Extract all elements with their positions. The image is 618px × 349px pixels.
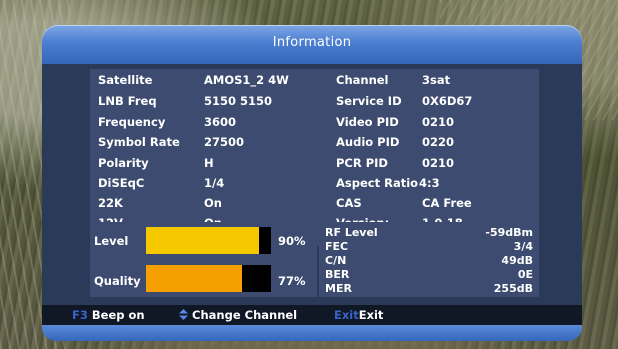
info-label: DiSEqC: [98, 176, 145, 190]
info-row-audio-pid: Audio PID 0220: [336, 135, 536, 153]
quality-label: Quality: [94, 274, 141, 288]
info-label: Audio PID: [336, 135, 400, 149]
info-row-symbol-rate: Symbol Rate 27500: [98, 135, 318, 153]
information-dialog: Information Satellite AMOS1_2 4W LNB Fre…: [42, 25, 582, 341]
info-label: PCR PID: [336, 156, 388, 170]
info-value: 0X6D67: [422, 94, 473, 108]
info-label: Channel: [336, 73, 389, 87]
change-channel-label: Change Channel: [192, 308, 298, 322]
info-row-satellite: Satellite AMOS1_2 4W: [98, 73, 318, 91]
info-row-video-pid: Video PID 0210: [336, 115, 536, 133]
metric-value: 49dB: [501, 254, 533, 267]
info-label: Aspect Ratio: [336, 176, 419, 190]
signal-panel: Level 90% Quality 77%: [90, 222, 317, 297]
info-value: 3600: [204, 115, 237, 129]
info-value: On: [204, 196, 222, 210]
metric-row-ber: BER 0E: [325, 268, 533, 282]
info-value: 5150 5150: [204, 94, 273, 108]
metric-row-cn: C/N 49dB: [325, 254, 533, 268]
info-label: Symbol Rate: [98, 135, 180, 149]
metric-value: 0E: [517, 268, 533, 281]
metric-row-mer: MER 255dB: [325, 282, 533, 296]
metric-row-rf-level: RF Level -59dBm: [325, 226, 533, 240]
info-value: 1/4: [204, 176, 225, 190]
info-row-lnb-freq: LNB Freq 5150 5150: [98, 94, 318, 112]
metric-label: MER: [325, 282, 352, 295]
metric-row-fec: FEC 3/4: [325, 240, 533, 254]
level-label: Level: [94, 234, 129, 248]
info-label: 22K: [98, 196, 123, 210]
quality-bar-fill: [146, 265, 243, 292]
metric-value: 255dB: [493, 282, 533, 295]
metric-label: BER: [325, 268, 350, 281]
info-row-polarity: Polarity H: [98, 156, 318, 174]
level-bar: [146, 227, 271, 254]
info-label: LNB Freq: [98, 94, 157, 108]
info-row-service-id: Service ID 0X6D67: [336, 94, 536, 112]
metric-label: FEC: [325, 240, 349, 253]
info-value: 0220: [422, 135, 455, 149]
metric-value: -59dBm: [485, 226, 533, 239]
info-value: 0210: [422, 115, 455, 129]
footer-beep-hint[interactable]: F3 Beep on: [72, 308, 145, 322]
f3-key-label: F3: [72, 308, 88, 322]
footer-exit-hint[interactable]: ExitExit: [334, 308, 383, 322]
up-down-arrow-icon: [179, 309, 188, 320]
info-value: CA Free: [422, 196, 472, 210]
info-label: Video PID: [336, 115, 399, 129]
title-bar: Information: [42, 25, 582, 64]
metric-label: C/N: [325, 254, 347, 267]
info-row-22k: 22K On: [98, 196, 318, 214]
info-value: H: [204, 156, 214, 170]
info-label: Service ID: [336, 94, 402, 108]
info-label: Frequency: [98, 115, 166, 129]
metric-label: RF Level: [325, 226, 378, 239]
metrics-panel: RF Level -59dBm FEC 3/4 C/N 49dB BER 0E …: [319, 222, 539, 297]
info-panel: Satellite AMOS1_2 4W LNB Freq 5150 5150 …: [90, 69, 539, 246]
info-label: Satellite: [98, 73, 153, 87]
dialog-title: Information: [272, 35, 352, 50]
bottom-bar: [42, 325, 582, 341]
info-row-pcr-pid: PCR PID 0210: [336, 156, 536, 174]
info-label: Polarity: [98, 156, 149, 170]
info-value: 27500: [204, 135, 245, 149]
info-label: CAS: [336, 196, 362, 210]
quality-percent: 77%: [278, 274, 306, 288]
info-value: 3sat: [422, 73, 451, 87]
quality-bar: [146, 265, 271, 292]
exit-label: Exit: [358, 308, 384, 322]
beep-label: Beep on: [91, 308, 145, 322]
info-row-diseqc: DiSEqC 1/4: [98, 176, 318, 194]
level-bar-fill: [146, 227, 259, 254]
metric-value: 3/4: [513, 240, 533, 253]
exit-key-label: Exit: [334, 308, 359, 322]
info-value: AMOS1_2 4W: [204, 73, 289, 87]
info-row-aspect-ratio: Aspect Ratio 4:3: [336, 176, 536, 194]
footer-change-channel-hint[interactable]: Change Channel: [179, 308, 297, 322]
info-value: 0210: [422, 156, 455, 170]
info-value: 4:3: [419, 176, 440, 190]
info-row-channel: Channel 3sat: [336, 73, 536, 91]
info-row-cas: CAS CA Free: [336, 196, 536, 214]
level-percent: 90%: [278, 234, 306, 248]
info-row-frequency: Frequency 3600: [98, 115, 318, 133]
